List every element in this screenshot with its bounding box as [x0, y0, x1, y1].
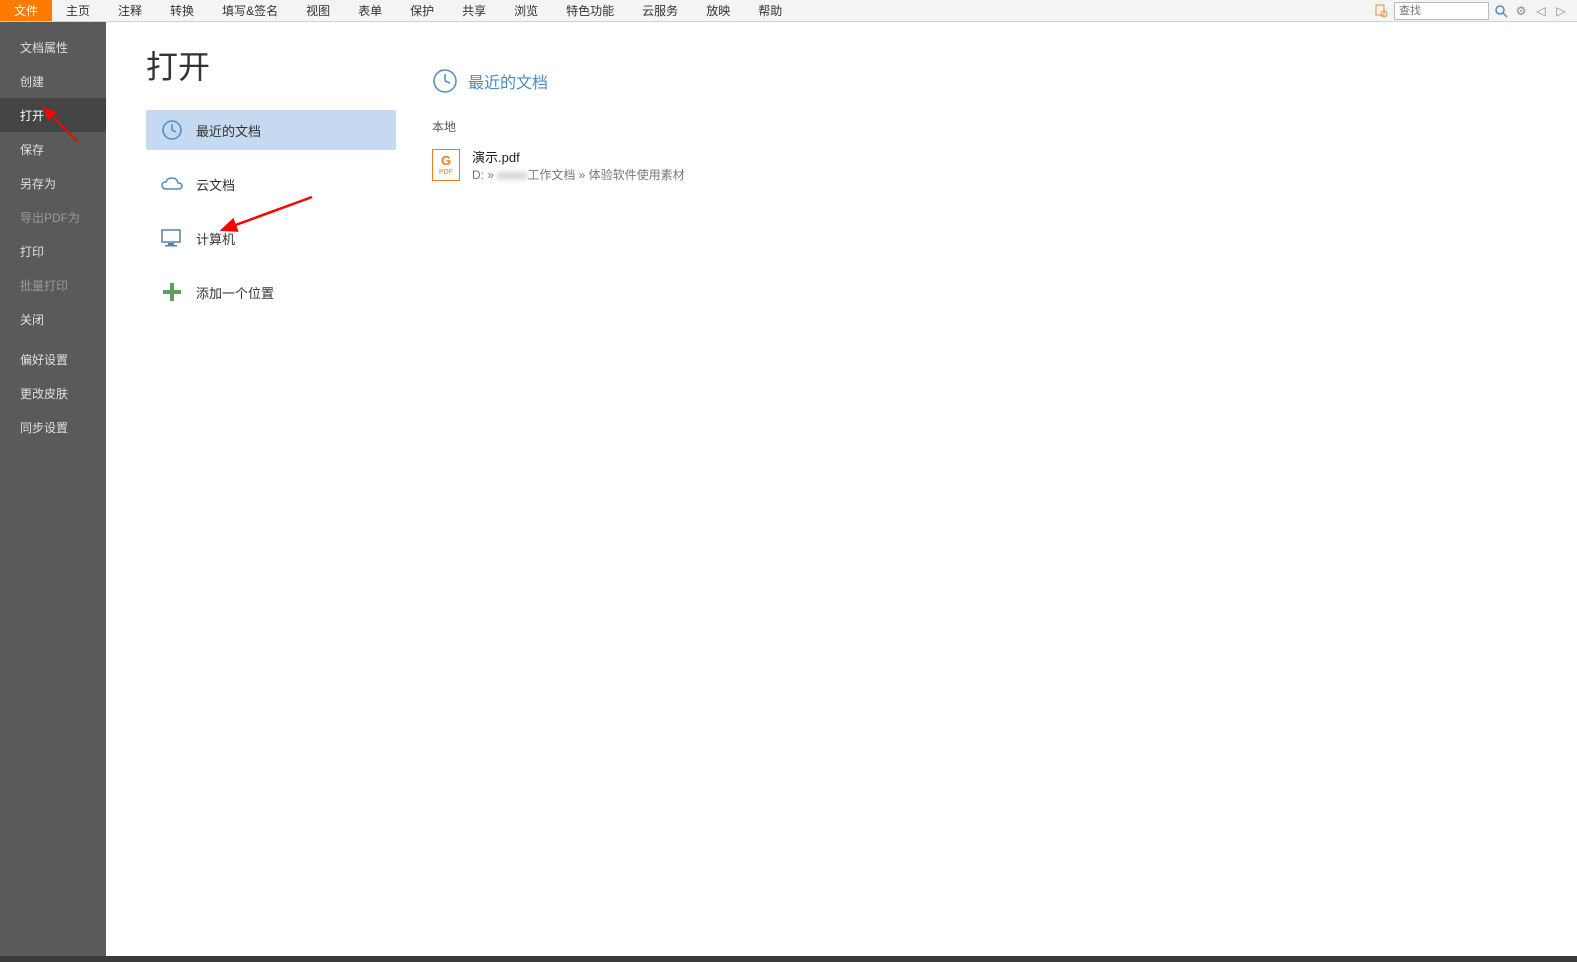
location-item-label: 最近的文档: [196, 121, 261, 140]
ribbon-tab-13[interactable]: 帮助: [744, 0, 796, 21]
sidebar-item-2[interactable]: 打开: [0, 98, 106, 132]
sidebar-item-4[interactable]: 另存为: [0, 166, 106, 200]
content-inner: 打开 最近的文档云文档计算机添加一个位置 最近的文档 本地 G PDF: [106, 22, 1577, 956]
location-item-plus[interactable]: 添加一个位置: [146, 272, 396, 312]
sidebar: 文档属性创建打开保存另存为导出PDF为打印批量打印关闭偏好设置更改皮肤同步设置: [0, 22, 106, 956]
ribbon-tab-11[interactable]: 云服务: [628, 0, 692, 21]
sidebar-item-label: 偏好设置: [20, 351, 68, 368]
main: 文档属性创建打开保存另存为导出PDF为打印批量打印关闭偏好设置更改皮肤同步设置 …: [0, 22, 1577, 956]
sidebar-item-label: 更改皮肤: [20, 385, 68, 402]
sidebar-item-label: 关闭: [20, 311, 44, 328]
ribbon-right: ⚙ ◁ ▷: [1374, 0, 1577, 21]
sidebar-item-7[interactable]: 批量打印: [0, 268, 106, 302]
clock-icon: [160, 118, 184, 142]
clock-icon: [432, 68, 458, 94]
sidebar-item-9[interactable]: 偏好设置: [0, 342, 106, 376]
sidebar-item-label: 文档属性: [20, 39, 68, 56]
computer-icon: [160, 226, 184, 250]
sidebar-item-label: 创建: [20, 73, 44, 90]
location-item-computer[interactable]: 计算机: [146, 218, 396, 258]
ribbon-tab-1[interactable]: 主页: [52, 0, 104, 21]
ribbon-tab-5[interactable]: 视图: [292, 0, 344, 21]
location-item-cloud[interactable]: 云文档: [146, 164, 396, 204]
sidebar-item-label: 保存: [20, 141, 44, 158]
doc-meta: 演示.pdf D: » xxxxx工作文档 » 体验软件使用素材: [472, 147, 685, 183]
recent-docs-header-label: 最近的文档: [468, 69, 548, 93]
plus-icon: [160, 280, 184, 304]
ribbon-tab-4[interactable]: 填写&签名: [208, 0, 292, 21]
ribbon-tab-7[interactable]: 保护: [396, 0, 448, 21]
location-item-label: 云文档: [196, 175, 235, 194]
doc-name: 演示.pdf: [472, 147, 685, 166]
recent-docs-header: 最近的文档: [432, 68, 1577, 94]
sidebar-item-3[interactable]: 保存: [0, 132, 106, 166]
sidebar-item-label: 打印: [20, 243, 44, 260]
group-local-label: 本地: [432, 118, 1577, 135]
content: 打开 最近的文档云文档计算机添加一个位置 最近的文档 本地 G PDF: [106, 22, 1577, 956]
ribbon-tab-10[interactable]: 特色功能: [552, 0, 628, 21]
sidebar-item-1[interactable]: 创建: [0, 64, 106, 98]
sidebar-item-0[interactable]: 文档属性: [0, 30, 106, 64]
ribbon-tab-2[interactable]: 注释: [104, 0, 156, 21]
sidebar-item-label: 同步设置: [20, 419, 68, 436]
nav-prev-icon[interactable]: ◁: [1533, 3, 1549, 19]
search-input[interactable]: [1394, 2, 1489, 20]
ribbon-tab-12[interactable]: 放映: [692, 0, 744, 21]
sidebar-item-label: 打开: [20, 107, 44, 124]
locations-column: 打开 最近的文档云文档计算机添加一个位置: [106, 22, 396, 956]
location-item-label: 计算机: [196, 229, 235, 248]
gear-icon[interactable]: ⚙: [1513, 3, 1529, 19]
sidebar-item-8[interactable]: 关闭: [0, 302, 106, 336]
pdf-file-icon: G PDF: [432, 149, 460, 181]
ribbon: 文件主页注释转换填写&签名视图表单保护共享浏览特色功能云服务放映帮助 ⚙ ◁ ▷: [0, 0, 1577, 22]
doc-path: D: » xxxxx工作文档 » 体验软件使用素材: [472, 166, 685, 183]
sidebar-item-10[interactable]: 更改皮肤: [0, 376, 106, 410]
sidebar-item-11[interactable]: 同步设置: [0, 410, 106, 444]
ribbon-tab-3[interactable]: 转换: [156, 0, 208, 21]
ribbon-tab-9[interactable]: 浏览: [500, 0, 552, 21]
sidebar-item-5[interactable]: 导出PDF为: [0, 200, 106, 234]
ribbon-tab-0[interactable]: 文件: [0, 0, 52, 21]
location-list: 最近的文档云文档计算机添加一个位置: [146, 110, 396, 312]
location-item-clock[interactable]: 最近的文档: [146, 110, 396, 150]
sidebar-item-label: 导出PDF为: [20, 209, 80, 226]
ribbon-tab-6[interactable]: 表单: [344, 0, 396, 21]
status-bar: [0, 956, 1577, 962]
sidebar-item-6[interactable]: 打印: [0, 234, 106, 268]
search-go-icon[interactable]: [1493, 3, 1509, 19]
sidebar-item-label: 另存为: [20, 175, 56, 192]
details-column: 最近的文档 本地 G PDF 演示.pdf D: » xxxxx工作文档 » 体…: [396, 22, 1577, 956]
ribbon-tabs: 文件主页注释转换填写&签名视图表单保护共享浏览特色功能云服务放映帮助: [0, 0, 796, 21]
location-item-label: 添加一个位置: [196, 283, 274, 302]
cloud-icon: [160, 172, 184, 196]
search-doc-icon[interactable]: [1374, 3, 1390, 19]
page-title: 打开: [146, 42, 396, 88]
nav-next-icon[interactable]: ▷: [1553, 3, 1569, 19]
ribbon-tab-8[interactable]: 共享: [448, 0, 500, 21]
ribbon-spacer: [796, 0, 1374, 21]
sidebar-item-label: 批量打印: [20, 277, 68, 294]
recent-doc-row[interactable]: G PDF 演示.pdf D: » xxxxx工作文档 » 体验软件使用素材: [432, 143, 1577, 187]
